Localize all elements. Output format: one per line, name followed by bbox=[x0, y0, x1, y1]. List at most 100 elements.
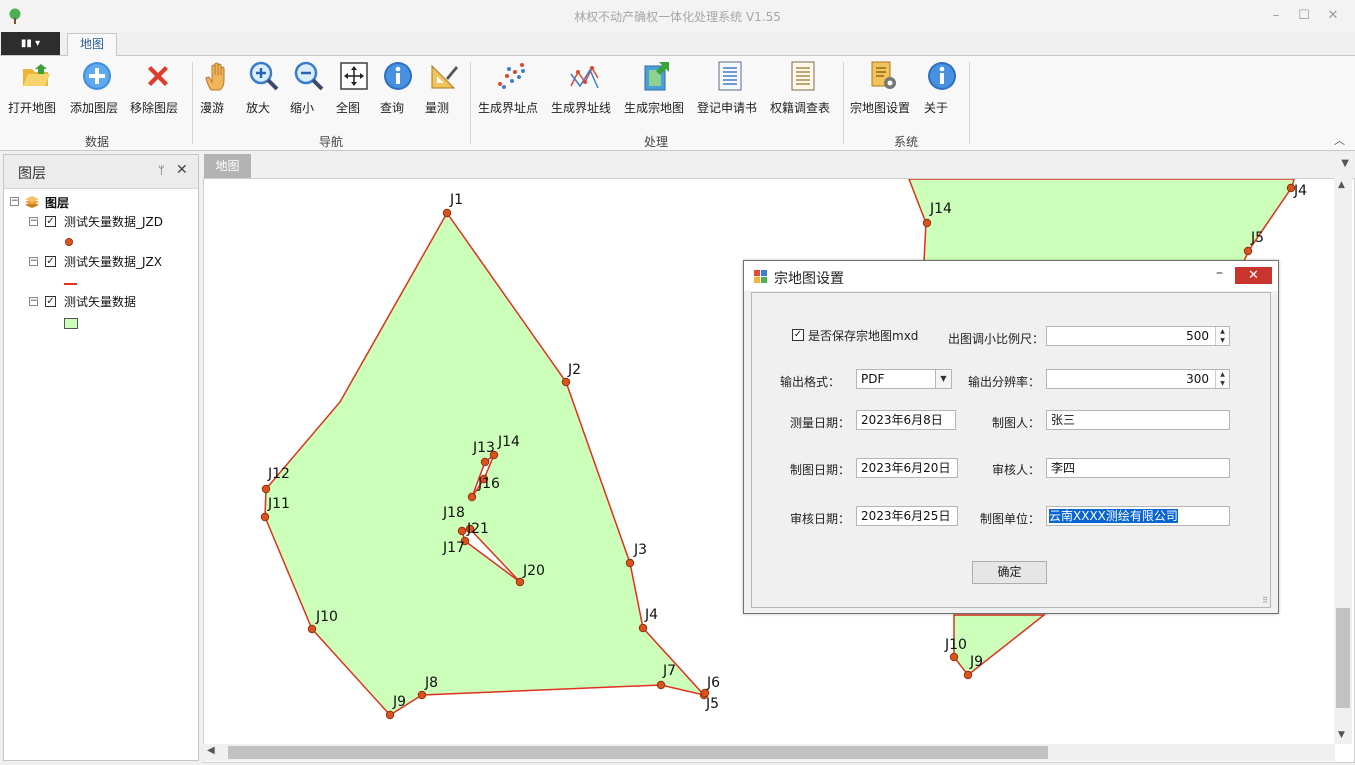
layer-item-polygon[interactable]: − ✓ 测试矢量数据 bbox=[4, 293, 194, 311]
org-input[interactable]: 云南XXXX测绘有限公司 bbox=[1046, 506, 1230, 526]
scroll-left-icon[interactable]: ◀ bbox=[207, 745, 215, 756]
format-label: 输出格式： bbox=[780, 375, 841, 389]
scale-spinner-icon[interactable]: ▲ ▼ bbox=[1215, 327, 1229, 345]
resolution-input[interactable]: 300 ▲ ▼ bbox=[1046, 369, 1230, 389]
gen-boundary-lines-label: 生成界址线 bbox=[551, 101, 612, 115]
vertical-scroll-thumb[interactable] bbox=[1336, 608, 1350, 708]
pan-button[interactable]: 漫游 bbox=[200, 60, 236, 120]
tab-map[interactable]: 地图 bbox=[67, 33, 117, 57]
survey-date-input[interactable]: 2023年6月8日 bbox=[856, 410, 956, 430]
collapse-icon[interactable]: − bbox=[10, 197, 19, 206]
parcel-polygon-right-top bbox=[908, 179, 1295, 262]
zoom-out-label: 缩小 bbox=[290, 101, 315, 115]
layer-item-jzd[interactable]: − ✓ 测试矢量数据_JZD bbox=[4, 213, 194, 231]
scroll-down-icon[interactable]: ▼ bbox=[1338, 730, 1345, 740]
horizontal-scroll-thumb[interactable] bbox=[228, 746, 1048, 759]
add-layer-button[interactable]: 添加图层 bbox=[70, 60, 124, 120]
dialog-minimize-button[interactable]: – bbox=[1216, 265, 1223, 281]
org-value: 云南XXXX测绘有限公司 bbox=[1049, 509, 1178, 523]
point-label: J21 bbox=[466, 521, 489, 537]
parcel-map-settings-button[interactable]: 宗地图设置 bbox=[850, 60, 916, 120]
point-label: J9 bbox=[392, 694, 406, 710]
layer-tree-root[interactable]: − 图层 bbox=[4, 193, 194, 211]
collapse-icon[interactable]: − bbox=[29, 217, 38, 226]
close-button[interactable]: ✕ bbox=[1323, 6, 1343, 26]
survey-date-label: 测量日期： bbox=[790, 416, 851, 430]
resolution-value: 300 bbox=[1186, 372, 1209, 386]
save-mxd-label: 是否保存宗地图mxd bbox=[808, 329, 919, 343]
horizontal-scrollbar[interactable]: ◀ bbox=[203, 744, 1335, 761]
open-map-label: 打开地图 bbox=[8, 101, 57, 115]
parcel-polygon-right-bottom bbox=[953, 614, 1047, 677]
resolution-spinner-icon[interactable]: ▲ ▼ bbox=[1215, 370, 1229, 388]
vertical-scrollbar[interactable]: ▲ ▼ bbox=[1334, 178, 1352, 744]
app-menu-button[interactable]: ▮▮ ▾ bbox=[1, 32, 60, 55]
close-panel-icon[interactable]: ✕ bbox=[176, 162, 188, 178]
point-label: J4 bbox=[1293, 183, 1307, 199]
format-select[interactable]: PDF ▼ bbox=[856, 369, 952, 389]
full-extent-label: 全图 bbox=[336, 101, 361, 115]
ok-button[interactable]: 确定 bbox=[972, 561, 1047, 584]
dialog-close-button[interactable]: ✕ bbox=[1235, 267, 1272, 284]
measure-label: 量测 bbox=[425, 101, 450, 115]
maximize-button[interactable]: ☐ bbox=[1294, 6, 1314, 26]
minimize-button[interactable]: – bbox=[1266, 6, 1286, 26]
open-map-button[interactable]: 打开地图 bbox=[8, 60, 64, 120]
document-icon bbox=[718, 61, 742, 91]
layer-visibility-checkbox[interactable]: ✓ bbox=[45, 296, 56, 307]
layer-name: 测试矢量数据 bbox=[64, 295, 137, 309]
chevron-down-icon[interactable]: ▼ bbox=[935, 370, 951, 388]
scale-label: 出图调小比例尺： bbox=[948, 332, 1045, 346]
dialog-title: 宗地图设置 bbox=[774, 271, 844, 287]
collapse-icon[interactable]: − bbox=[29, 257, 38, 266]
tab-list-dropdown-icon[interactable]: ▼ bbox=[1341, 158, 1349, 169]
ribbon-tab-bar: ▮▮ ▾ 地图 bbox=[0, 32, 1355, 57]
tab-map-view[interactable]: 地图 bbox=[204, 154, 251, 178]
gen-boundary-points-button[interactable]: 生成界址点 bbox=[478, 60, 544, 120]
draft-date-input[interactable]: 2023年6月20日 bbox=[856, 458, 958, 478]
gen-parcel-map-button[interactable]: 生成宗地图 bbox=[624, 60, 690, 120]
full-extent-icon bbox=[340, 62, 368, 90]
review-date-input[interactable]: 2023年6月25日 bbox=[856, 506, 958, 526]
reviewer-input[interactable]: 李四 bbox=[1046, 458, 1230, 478]
group-separator bbox=[843, 62, 844, 144]
layer-name: 测试矢量数据_JZX bbox=[64, 255, 162, 269]
registration-application-button[interactable]: 登记申请书 bbox=[697, 60, 763, 120]
title-survey-form-button[interactable]: 权籍调查表 bbox=[770, 60, 836, 120]
point-label: J13 bbox=[472, 440, 495, 456]
zoom-out-button[interactable]: 缩小 bbox=[290, 60, 328, 120]
document-icon bbox=[791, 61, 815, 91]
pin-icon[interactable]: ᛘ bbox=[158, 164, 165, 177]
ribbon: 打开地图 添加图层 移除图层 数据 漫游 放大 缩小 全图 查询 量测 导航 生… bbox=[0, 56, 1355, 151]
resize-grip-icon[interactable]: ⠿ bbox=[1262, 596, 1268, 605]
remove-layer-button[interactable]: 移除图层 bbox=[130, 60, 186, 120]
layer-tree-root-label: 图层 bbox=[45, 196, 70, 210]
format-value: PDF bbox=[861, 372, 885, 386]
about-button[interactable]: 关于 bbox=[924, 60, 960, 120]
zoom-in-icon bbox=[249, 61, 279, 91]
scroll-up-icon[interactable]: ▲ bbox=[1338, 180, 1345, 190]
title-survey-form-label: 权籍调查表 bbox=[770, 101, 831, 115]
group-label-system: 系统 bbox=[893, 135, 918, 149]
identify-button[interactable]: 查询 bbox=[380, 60, 416, 120]
save-mxd-checkbox[interactable]: ✓ bbox=[792, 329, 804, 341]
scale-input[interactable]: 500 ▲ ▼ bbox=[1046, 326, 1230, 346]
drafter-input[interactable]: 张三 bbox=[1046, 410, 1230, 430]
dialog-app-icon bbox=[754, 270, 767, 283]
collapse-icon[interactable]: − bbox=[29, 297, 38, 306]
layers-stack-icon bbox=[25, 196, 39, 208]
resolution-label: 输出分辨率： bbox=[968, 375, 1041, 389]
layer-visibility-checkbox[interactable]: ✓ bbox=[45, 256, 56, 267]
draft-date-label: 制图日期： bbox=[790, 463, 851, 477]
parcel-map-icon bbox=[644, 62, 669, 91]
gen-boundary-lines-button[interactable]: 生成界址线 bbox=[551, 60, 617, 120]
review-date-label: 审核日期： bbox=[790, 512, 851, 526]
measure-button[interactable]: 量测 bbox=[425, 60, 463, 120]
layer-item-jzx[interactable]: − ✓ 测试矢量数据_JZX bbox=[4, 253, 194, 271]
layer-visibility-checkbox[interactable]: ✓ bbox=[45, 216, 56, 227]
window-title: 林权不动产确权一体化处理系统 V1.55 bbox=[574, 10, 781, 24]
point-label: J8 bbox=[424, 675, 438, 691]
zoom-in-button[interactable]: 放大 bbox=[246, 60, 282, 120]
full-extent-button[interactable]: 全图 bbox=[336, 60, 372, 120]
collapse-ribbon-icon[interactable]: ︿ bbox=[1334, 132, 1345, 148]
